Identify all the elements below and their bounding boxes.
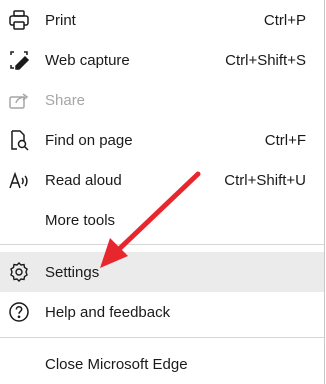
menu-item-read-aloud[interactable]: Read aloud Ctrl+Shift+U xyxy=(0,160,324,200)
web-capture-shortcut: Ctrl+Shift+S xyxy=(225,51,306,69)
menu-item-find-on-page[interactable]: Find on page Ctrl+F xyxy=(0,120,324,160)
find-icon xyxy=(8,129,30,151)
help-icon xyxy=(8,301,30,323)
printer-icon xyxy=(8,9,30,31)
web-capture-label: Web capture xyxy=(45,51,130,69)
menu-divider xyxy=(0,244,324,245)
read-aloud-icon xyxy=(8,169,30,191)
menu-item-help[interactable]: Help and feedback xyxy=(0,292,324,332)
web-capture-icon xyxy=(8,49,30,71)
menu-item-print[interactable]: Print Ctrl+P xyxy=(0,0,324,40)
find-on-page-shortcut: Ctrl+F xyxy=(264,131,306,149)
share-icon xyxy=(8,89,30,111)
read-aloud-label: Read aloud xyxy=(45,171,122,189)
find-on-page-label: Find on page xyxy=(45,131,133,149)
share-label: Share xyxy=(45,91,86,109)
gear-icon xyxy=(8,261,30,283)
settings-label: Settings xyxy=(45,263,100,281)
browser-menu: Print Ctrl+P Web capture Ctrl+Shift+S Sh… xyxy=(0,0,325,384)
menu-item-share[interactable]: Share xyxy=(0,80,324,120)
menu-divider xyxy=(0,337,324,338)
menu-item-close-edge[interactable]: Close Microsoft Edge xyxy=(0,344,324,384)
print-shortcut: Ctrl+P xyxy=(263,11,306,29)
close-edge-label: Close Microsoft Edge xyxy=(45,355,188,373)
print-label: Print xyxy=(45,11,76,29)
read-aloud-shortcut: Ctrl+Shift+U xyxy=(224,171,306,189)
menu-item-more-tools[interactable]: More tools xyxy=(0,200,324,240)
more-tools-label: More tools xyxy=(45,211,116,229)
menu-item-settings[interactable]: Settings xyxy=(0,252,324,292)
help-label: Help and feedback xyxy=(45,303,171,321)
menu-item-web-capture[interactable]: Web capture Ctrl+Shift+S xyxy=(0,40,324,80)
